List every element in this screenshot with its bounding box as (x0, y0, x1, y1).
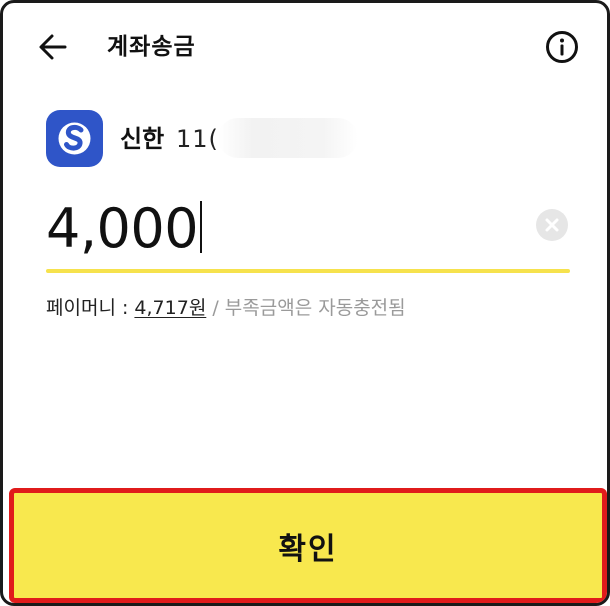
bank-name: 신한 (120, 125, 165, 153)
auto-charge-note: 부족금액은 자동충전됨 (224, 297, 406, 319)
balance-separator: / (212, 297, 219, 319)
bank-logo (46, 110, 103, 167)
amount-field[interactable]: 4,000 (46, 193, 570, 275)
back-button[interactable] (37, 31, 69, 63)
top-bar: 계좌송금 (3, 3, 607, 93)
screen-frame: 계좌송금 신한 11( 4,000 페이머니 : 4,717원 / 부족금액은 … (0, 0, 610, 606)
amount-input[interactable]: 4,000 (46, 193, 203, 265)
confirm-label: 확인 (278, 531, 338, 567)
account-number: 11( (176, 125, 219, 153)
amount-underline (46, 269, 570, 273)
page-title: 계좌송금 (107, 34, 196, 60)
account-row[interactable]: 신한 11( (46, 110, 566, 168)
balance-label: 페이머니 : (46, 297, 129, 319)
close-icon (545, 218, 559, 232)
account-number-mask (218, 118, 358, 158)
shinhan-logo-icon (58, 122, 91, 155)
balance-info: 페이머니 : 4,717원 / 부족금액은 자동충전됨 (46, 295, 406, 321)
amount-value: 4,000 (46, 197, 199, 260)
info-circle-icon (546, 31, 578, 63)
clear-button[interactable] (536, 209, 568, 241)
info-button[interactable] (545, 30, 579, 64)
arrow-left-icon (39, 34, 67, 60)
balance-amount-link[interactable]: 4,717원 (134, 297, 206, 319)
confirm-button[interactable]: 확인 (9, 488, 607, 603)
text-caret (200, 201, 203, 253)
